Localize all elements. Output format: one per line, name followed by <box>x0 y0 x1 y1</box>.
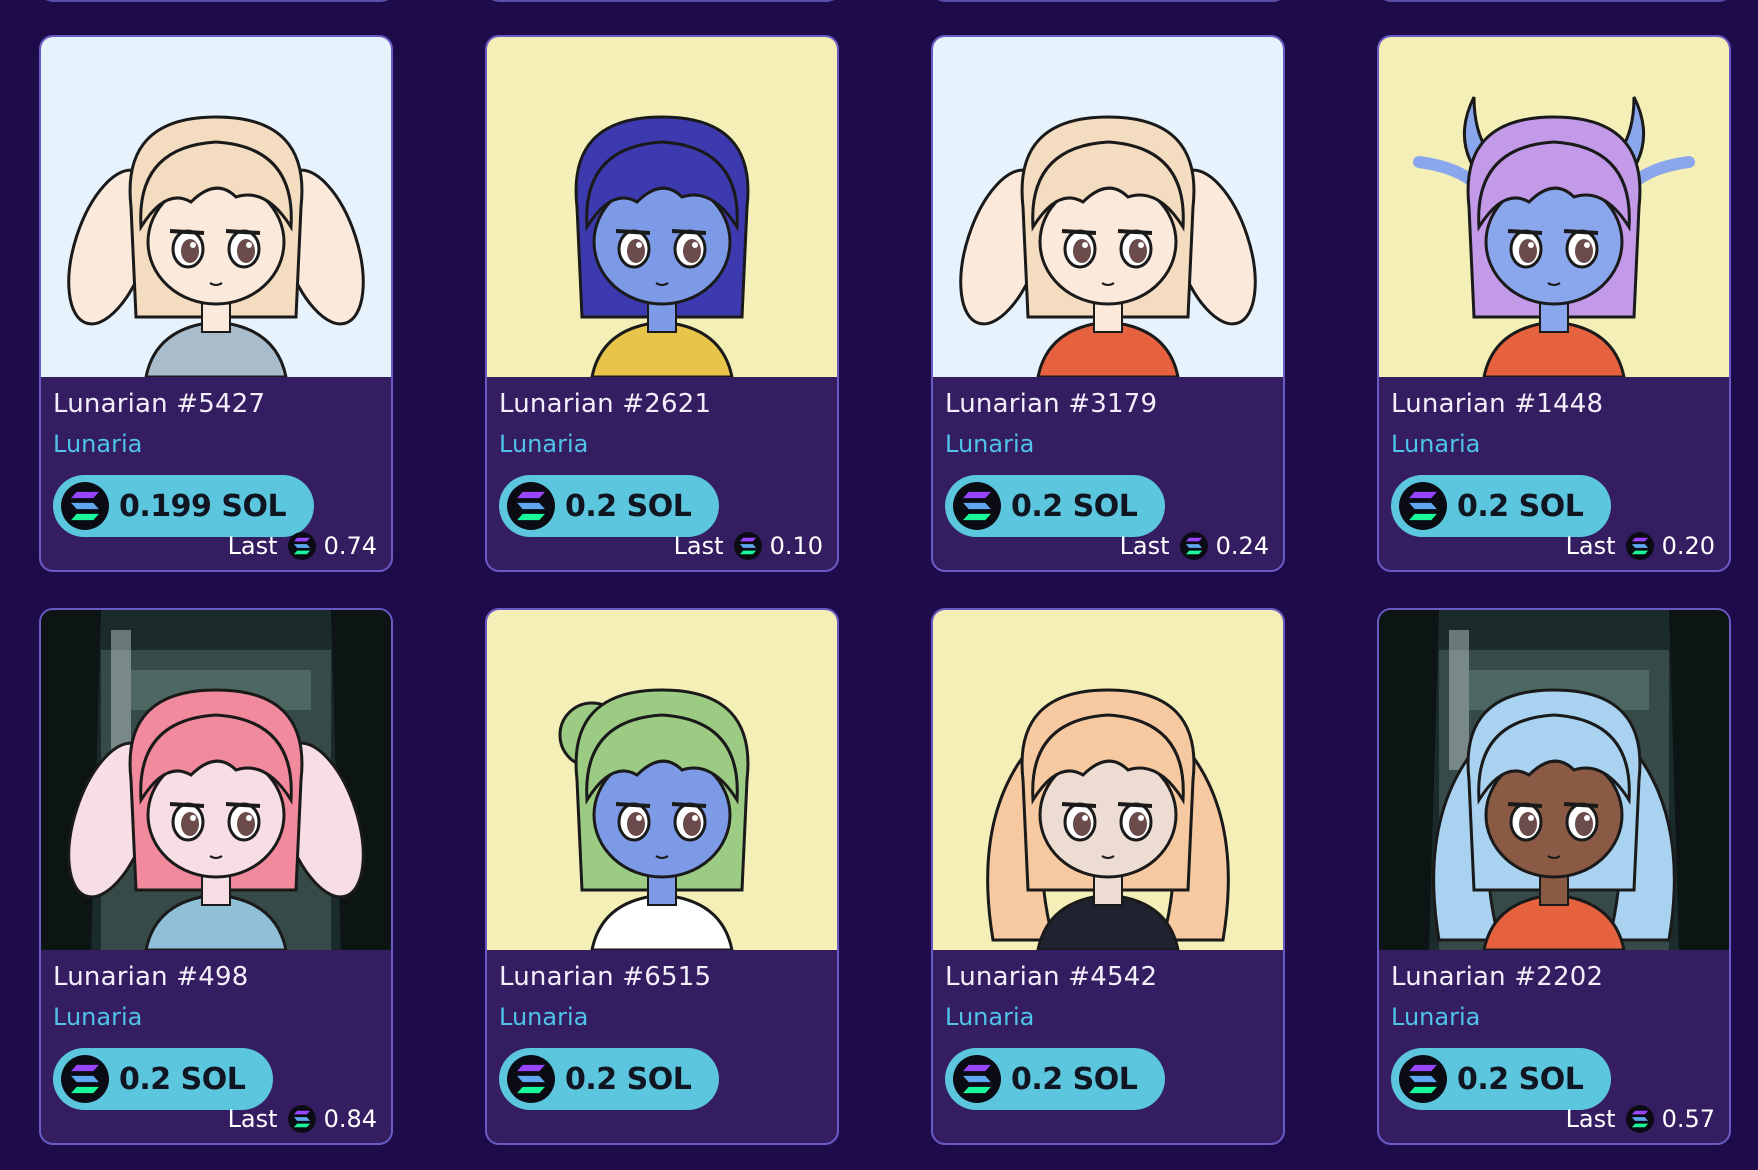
solana-icon <box>733 532 762 560</box>
solana-icon <box>61 482 109 530</box>
price-label: 0.2 SOL <box>565 488 692 524</box>
last-sale-value: 0.84 <box>323 1105 377 1133</box>
last-sale-value: 0.10 <box>769 532 823 560</box>
nft-card[interactable]: Lunarian #1448 Lunaria 0.2 SOL Last 0.20 <box>1377 35 1731 572</box>
nft-name[interactable]: Lunarian #498 <box>53 962 249 992</box>
last-sale: Last 0.10 <box>674 532 823 560</box>
last-sale: Last 0.84 <box>228 1105 377 1133</box>
solana-icon <box>287 1105 316 1133</box>
collection-link[interactable]: Lunaria <box>945 1003 1034 1031</box>
nft-image[interactable] <box>487 610 837 950</box>
price-label: 0.199 SOL <box>119 488 287 524</box>
nft-image[interactable] <box>933 37 1283 377</box>
solana-icon <box>1179 532 1208 560</box>
nft-image[interactable] <box>933 610 1283 950</box>
nft-card[interactable]: Lunarian #6515 Lunaria 0.2 SOL <box>485 608 839 1145</box>
nft-name[interactable]: Lunarian #2202 <box>1391 962 1603 992</box>
nft-card[interactable]: Lunarian #3179 Lunaria 0.2 SOL Last 0.24 <box>931 35 1285 572</box>
nft-name[interactable]: Lunarian #5427 <box>53 389 265 419</box>
solana-icon <box>1625 1105 1654 1133</box>
collection-link[interactable]: Lunaria <box>53 1003 142 1031</box>
collection-link[interactable]: Lunaria <box>1391 1003 1480 1031</box>
card-edge <box>1377 0 1733 2</box>
price-label: 0.2 SOL <box>119 1061 246 1097</box>
nft-image[interactable] <box>41 37 391 377</box>
price-label: 0.2 SOL <box>1011 1061 1138 1097</box>
nft-name[interactable]: Lunarian #1448 <box>1391 389 1603 419</box>
price-button[interactable]: 0.2 SOL <box>53 1048 274 1110</box>
last-sale-value: 0.20 <box>1661 532 1715 560</box>
collection-link[interactable]: Lunaria <box>499 430 588 458</box>
last-sale-label: Last <box>227 1105 278 1133</box>
card-edge <box>39 0 395 2</box>
price-label: 0.2 SOL <box>1457 488 1584 524</box>
last-sale-value: 0.74 <box>323 532 377 560</box>
price-label: 0.2 SOL <box>565 1061 692 1097</box>
last-sale-label: Last <box>1119 532 1170 560</box>
solana-icon <box>1399 482 1447 530</box>
card-edge <box>931 0 1287 2</box>
solana-icon <box>287 532 316 560</box>
nft-image[interactable] <box>1379 37 1729 377</box>
last-sale: Last 0.57 <box>1566 1105 1715 1133</box>
solana-icon <box>507 482 555 530</box>
price-button[interactable]: 0.2 SOL <box>499 475 720 537</box>
solana-icon <box>507 1055 555 1103</box>
nft-image[interactable] <box>41 610 391 950</box>
nft-card[interactable]: Lunarian #4542 Lunaria 0.2 SOL <box>931 608 1285 1145</box>
price-button[interactable]: 0.2 SOL <box>945 1048 1166 1110</box>
nft-grid: Lunarian #5427 Lunaria 0.199 SOL Last 0.… <box>39 35 1731 1145</box>
price-button[interactable]: 0.199 SOL <box>53 475 315 537</box>
nft-name[interactable]: Lunarian #6515 <box>499 962 711 992</box>
collection-link[interactable]: Lunaria <box>945 430 1034 458</box>
collection-link[interactable]: Lunaria <box>53 430 142 458</box>
price-button[interactable]: 0.2 SOL <box>945 475 1166 537</box>
nft-name[interactable]: Lunarian #4542 <box>945 962 1157 992</box>
last-sale-label: Last <box>1565 1105 1616 1133</box>
last-sale: Last 0.24 <box>1120 532 1269 560</box>
nft-name[interactable]: Lunarian #2621 <box>499 389 711 419</box>
card-edge <box>485 0 841 2</box>
nft-image[interactable] <box>1379 610 1729 950</box>
last-sale-label: Last <box>673 532 724 560</box>
nft-card[interactable]: Lunarian #2621 Lunaria 0.2 SOL Last 0.10 <box>485 35 839 572</box>
price-button[interactable]: 0.2 SOL <box>499 1048 720 1110</box>
last-sale-label: Last <box>227 532 278 560</box>
collection-link[interactable]: Lunaria <box>1391 430 1480 458</box>
price-button[interactable]: 0.2 SOL <box>1391 1048 1612 1110</box>
last-sale: Last 0.74 <box>228 532 377 560</box>
last-sale-value: 0.24 <box>1215 532 1269 560</box>
last-sale-label: Last <box>1565 532 1616 560</box>
price-label: 0.2 SOL <box>1011 488 1138 524</box>
solana-icon <box>953 1055 1001 1103</box>
last-sale-value: 0.57 <box>1661 1105 1715 1133</box>
collection-link[interactable]: Lunaria <box>499 1003 588 1031</box>
nft-name[interactable]: Lunarian #3179 <box>945 389 1157 419</box>
price-label: 0.2 SOL <box>1457 1061 1584 1097</box>
previous-row-edge <box>0 0 1758 4</box>
price-button[interactable]: 0.2 SOL <box>1391 475 1612 537</box>
nft-card[interactable]: Lunarian #5427 Lunaria 0.199 SOL Last 0.… <box>39 35 393 572</box>
nft-image[interactable] <box>487 37 837 377</box>
solana-icon <box>953 482 1001 530</box>
last-sale: Last 0.20 <box>1566 532 1715 560</box>
solana-icon <box>1625 532 1654 560</box>
nft-card[interactable]: Lunarian #498 Lunaria 0.2 SOL Last 0.84 <box>39 608 393 1145</box>
nft-card[interactable]: Lunarian #2202 Lunaria 0.2 SOL Last 0.57 <box>1377 608 1731 1145</box>
solana-icon <box>61 1055 109 1103</box>
solana-icon <box>1399 1055 1447 1103</box>
